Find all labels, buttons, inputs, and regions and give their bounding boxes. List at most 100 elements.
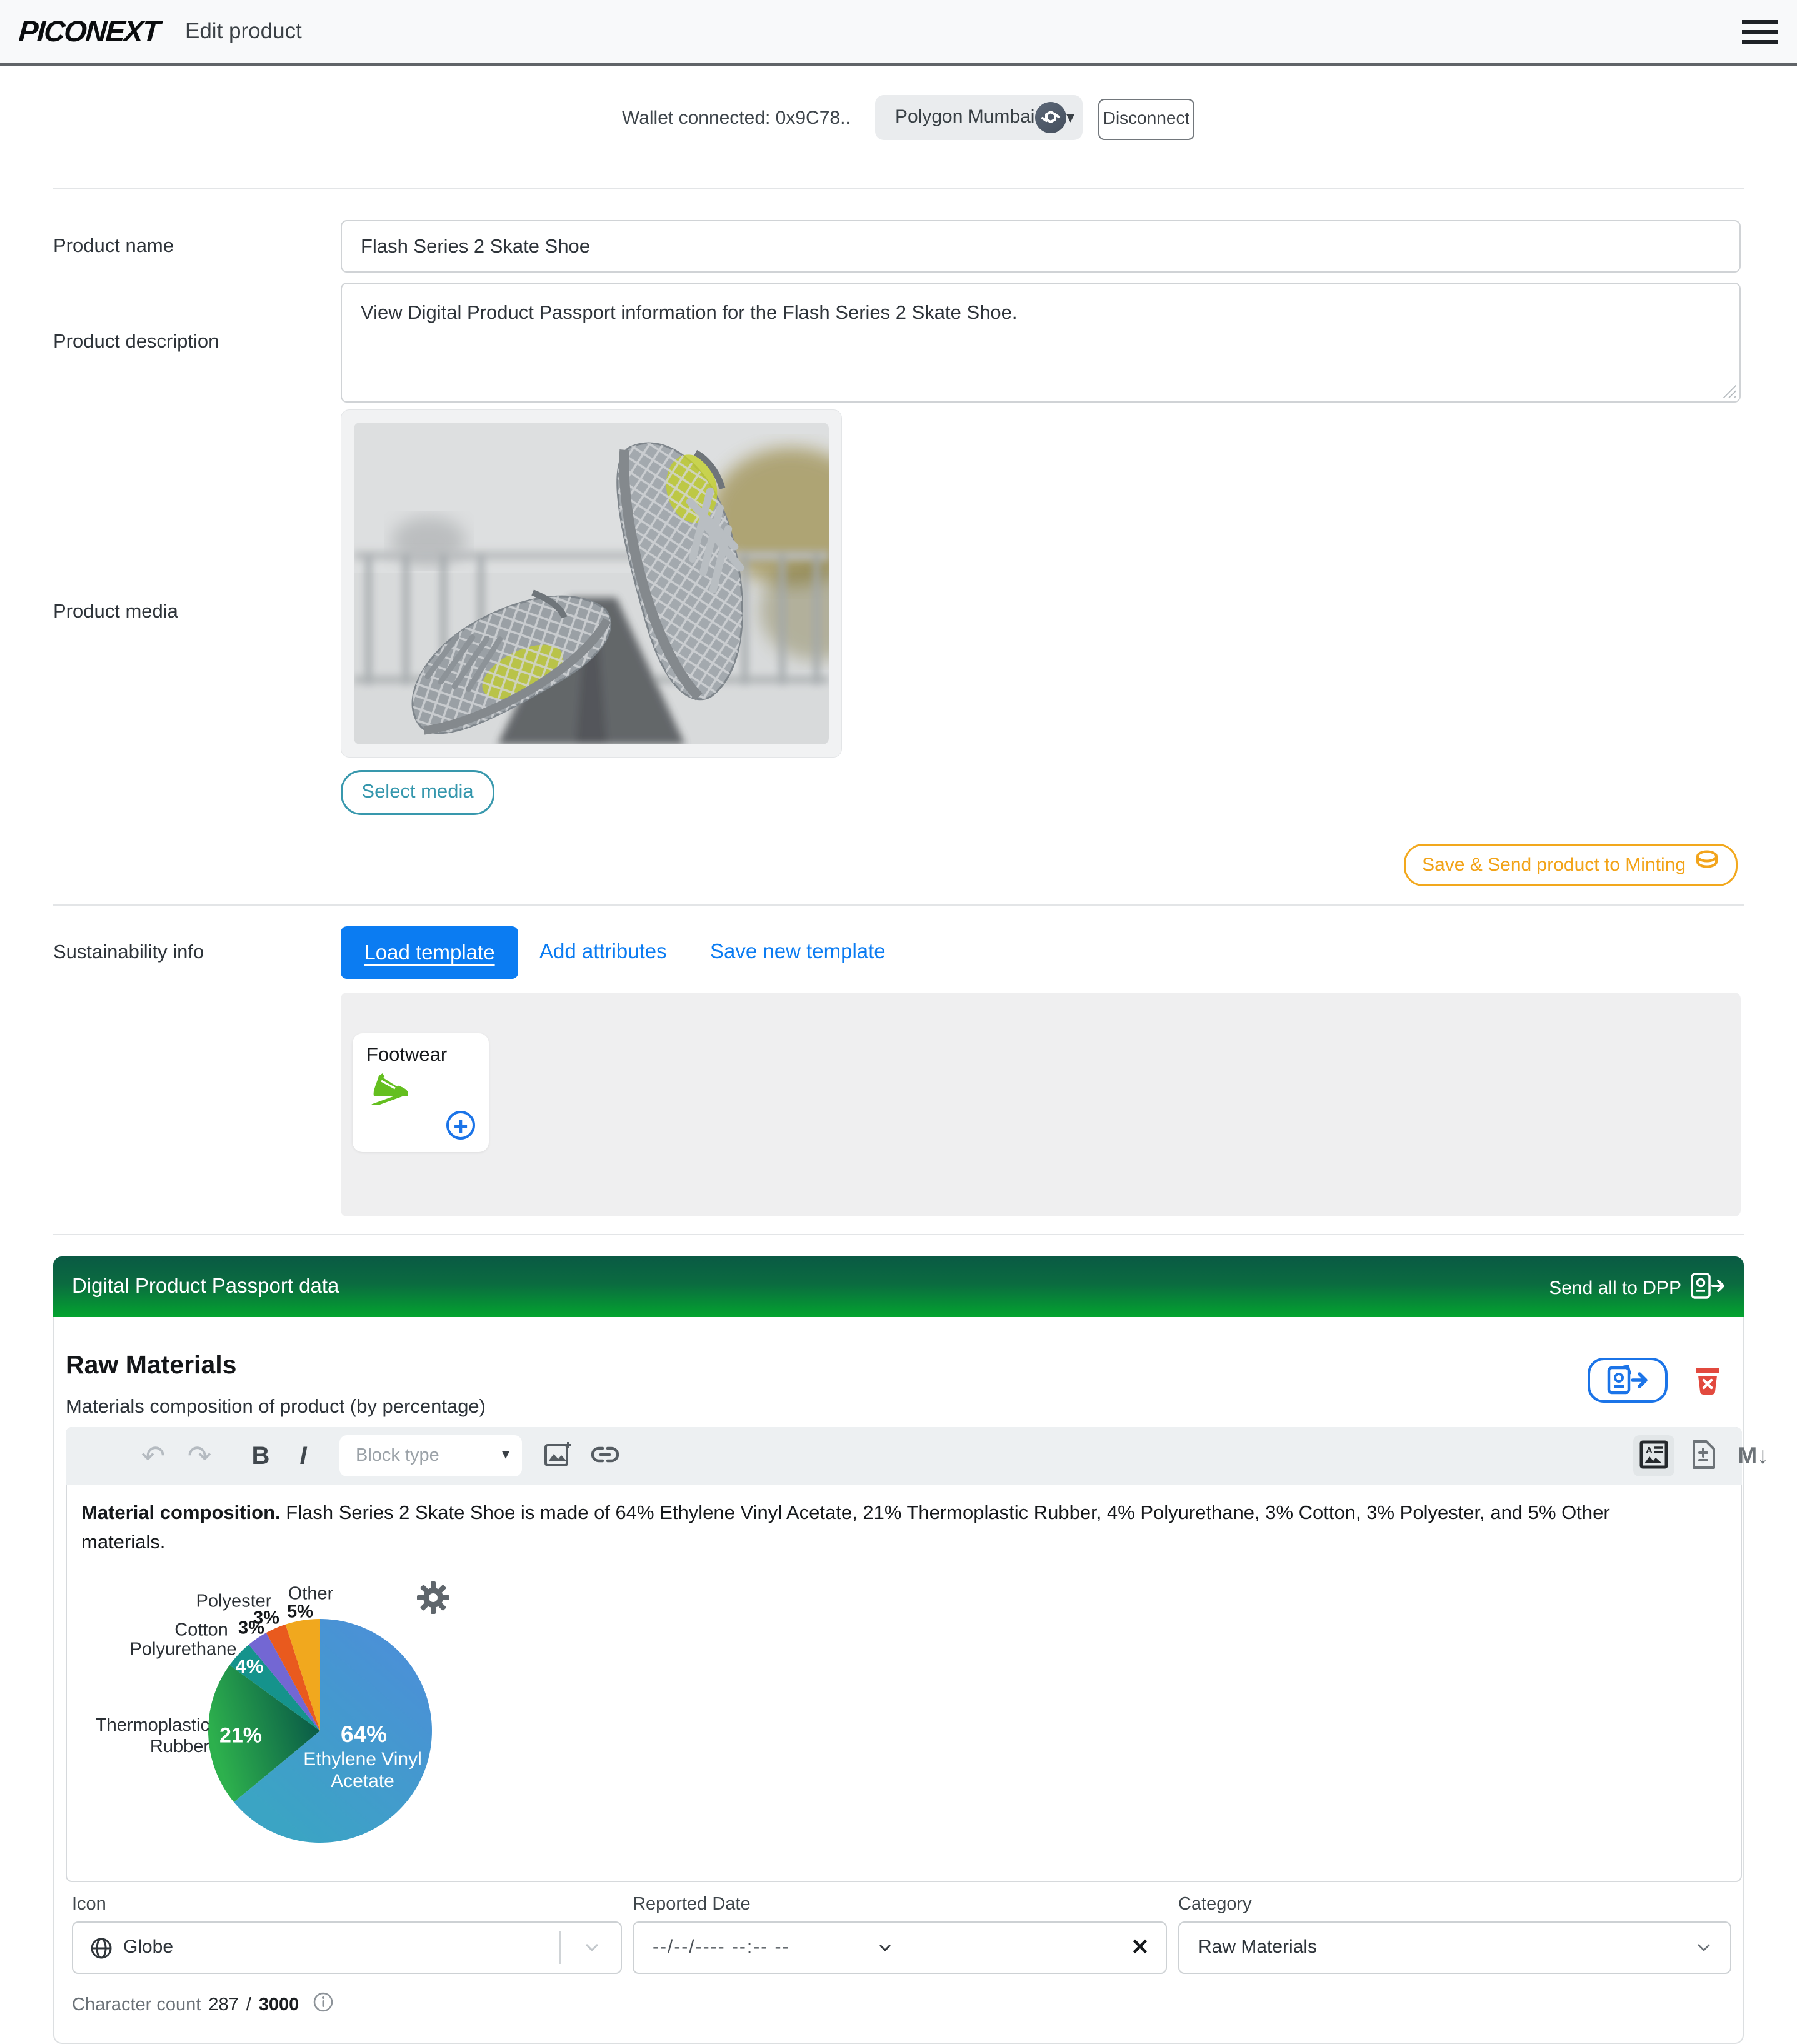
send-all-label: Send all to DPP [1549, 1278, 1681, 1299]
dpp-header: Digital Product Passport data Send all t… [53, 1256, 1744, 1317]
sustainability-label: Sustainability info [53, 941, 204, 963]
add-template-button[interactable]: + [446, 1111, 475, 1140]
pie-pct-eva: 64% [341, 1721, 387, 1748]
character-count: Character count 287 / 3000 [72, 1991, 334, 2018]
select-media-button[interactable]: Select media [341, 770, 494, 815]
app-header: PICONEXT Edit product [0, 0, 1797, 66]
coin-icon [1694, 847, 1719, 883]
icon-select[interactable]: Globe [72, 1921, 622, 1974]
send-all-to-dpp-button[interactable]: Send all to DPP [1549, 1271, 1726, 1305]
divider [53, 1234, 1744, 1235]
tab-load-template[interactable]: Load template [341, 926, 518, 979]
globe-icon [89, 1936, 113, 1963]
divider [53, 904, 1744, 906]
date-field-label: Reported Date [633, 1894, 751, 1915]
markdown-view-button[interactable]: M↓ [1728, 1427, 1778, 1485]
redo-icon: ↷ [188, 1439, 212, 1473]
close-icon: ✕ [1131, 1934, 1149, 1960]
reported-date-input[interactable]: --/--/---- --:-- -- ✕ [633, 1921, 1167, 1974]
network-label: Polygon Mumbai [895, 106, 1034, 128]
category-select-value: Raw Materials [1198, 1936, 1317, 1958]
product-description-input[interactable]: View Digital Product Passport informatio… [341, 283, 1741, 403]
trash-icon [1694, 1387, 1721, 1398]
insert-link-button[interactable] [583, 1427, 627, 1485]
editor-text-bold: Material composition. [81, 1501, 281, 1523]
icon-select-value: Globe [123, 1936, 173, 1958]
date-placeholder: --/--/---- --:-- -- [653, 1936, 790, 1958]
block-type-placeholder: Block type [356, 1445, 439, 1466]
product-name-label: Product name [53, 234, 174, 257]
chevron-down-icon: ▾ [1066, 108, 1074, 127]
svg-text:A: A [1646, 1445, 1653, 1456]
image-add-icon [543, 1440, 573, 1473]
send-attribute-to-dpp-button[interactable] [1588, 1358, 1668, 1403]
pie-label-thermoplastic-rubber: Thermoplastic Rubber [81, 1715, 209, 1757]
chevron-down-icon [879, 1944, 891, 1956]
editor-toolbar: ↶ ↷ B I Block type ▾ [66, 1427, 1742, 1485]
disconnect-button[interactable]: Disconnect [1098, 99, 1194, 140]
chevron-down-icon: ▾ [502, 1445, 509, 1463]
product-image [354, 423, 829, 744]
insert-image-button[interactable] [536, 1427, 579, 1485]
attribute-title: Raw Materials [66, 1350, 236, 1380]
pie-pct-cotton: 3% [238, 1618, 264, 1639]
chevron-down-icon [584, 1943, 599, 1956]
editor-text: Flash Series 2 Skate Shoe is made of 64%… [81, 1501, 1610, 1553]
link-icon [589, 1441, 621, 1471]
product-media-label: Product media [53, 600, 178, 623]
rich-view-icon: A [1639, 1440, 1669, 1473]
undo-button[interactable]: ↶ [133, 1427, 173, 1485]
bold-button[interactable]: B [241, 1427, 281, 1485]
mint-button[interactable]: Save & Send product to Minting [1404, 844, 1738, 886]
page-title: Edit product [185, 19, 302, 44]
block-type-select[interactable]: Block type ▾ [339, 1435, 522, 1476]
mint-button-label: Save & Send product to Minting [1422, 847, 1686, 883]
pie-label-polyurethane: Polyurethane [130, 1640, 237, 1660]
redo-button[interactable]: ↷ [179, 1427, 219, 1485]
polygon-icon [1035, 102, 1066, 133]
undo-icon: ↶ [141, 1439, 166, 1473]
pie-pct-other: 5% [287, 1602, 313, 1623]
delete-attribute-button[interactable] [1694, 1365, 1721, 1398]
passport-arrow-icon [1690, 1271, 1726, 1305]
app-logo: PICONEXT [18, 14, 160, 48]
template-card-footwear: Footwear + [353, 1033, 489, 1152]
italic-button[interactable]: I [283, 1427, 323, 1485]
tab-add-attributes[interactable]: Add attributes [539, 939, 667, 963]
plus-icon: + [453, 1113, 468, 1140]
character-count-current: 287 [208, 1995, 238, 2015]
template-panel [341, 993, 1741, 1216]
editor-content[interactable]: Material composition. Flash Series 2 Ska… [81, 1498, 1688, 1556]
product-name-input[interactable] [341, 220, 1741, 273]
attribute-subtitle: Materials composition of product (by per… [66, 1395, 486, 1418]
shoe-icon [364, 1072, 413, 1108]
divider [559, 1931, 561, 1964]
info-icon[interactable] [313, 1991, 334, 2018]
character-count-separator: / [246, 1995, 251, 2015]
menu-button[interactable] [1742, 20, 1779, 48]
tab-save-new-template[interactable]: Save new template [710, 939, 886, 963]
gear-icon [416, 1607, 451, 1618]
rich-view-button[interactable]: A [1633, 1435, 1674, 1476]
chart-settings-button[interactable] [416, 1580, 451, 1618]
materials-pie-chart: Polyester 3% Cotton 3% Polyurethane 4% O… [81, 1566, 519, 1872]
dpp-header-title: Digital Product Passport data [72, 1274, 339, 1298]
pie-label-eva: Ethylene Vinyl Acetate [286, 1748, 439, 1792]
hamburger-icon [1742, 20, 1778, 24]
pie-pct-polyurethane: 4% [236, 1655, 264, 1678]
pie-label-cotton: Cotton [174, 1620, 228, 1641]
product-media-card [341, 409, 842, 758]
divider [53, 188, 1744, 189]
clear-date-button[interactable]: ✕ [1131, 1934, 1149, 1960]
character-count-max: 3000 [259, 1995, 299, 2015]
wallet-status: Wallet connected: 0x9C78.. [622, 108, 851, 129]
document-diff-icon [1689, 1439, 1718, 1473]
category-select[interactable]: Raw Materials [1178, 1921, 1731, 1974]
character-count-label: Character count [72, 1995, 201, 2015]
passport-arrow-icon [1604, 1363, 1651, 1398]
category-field-label: Category [1178, 1894, 1252, 1915]
plain-text-view-button[interactable] [1683, 1427, 1723, 1485]
icon-field-label: Icon [72, 1894, 106, 1915]
product-description-label: Product description [53, 330, 219, 353]
network-select[interactable]: Polygon Mumbai ▾ [875, 95, 1083, 140]
